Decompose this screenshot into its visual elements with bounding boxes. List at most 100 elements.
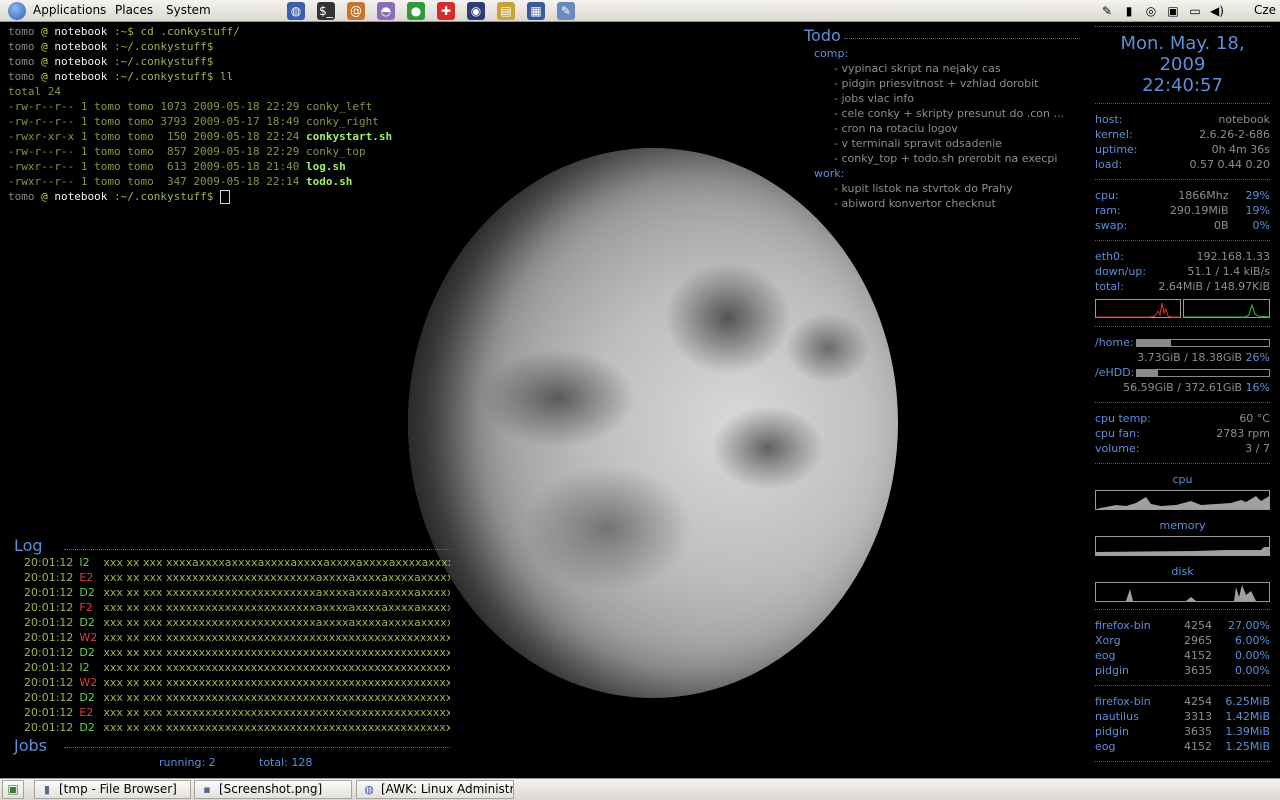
system-menu[interactable]: System — [166, 3, 211, 17]
resource-amount: 0B — [1213, 219, 1232, 232]
log-level: I2 — [79, 661, 90, 674]
prompt-host: notebook — [54, 40, 108, 53]
resource-percent: 29% — [1245, 189, 1270, 202]
show-desktop-button[interactable]: ▣ — [2, 780, 24, 799]
disk-graph-title: disk — [1171, 565, 1194, 578]
gnome-foot-menu-icon[interactable] — [8, 2, 26, 20]
cpu-graph-svg — [1096, 496, 1269, 509]
log-message: xxx xx xxx xxxxxxxxxxxxxxxxxxxxxxxxxxxxx… — [103, 631, 450, 644]
conky-divider — [1095, 179, 1270, 180]
system-info-label: kernel: — [1095, 128, 1133, 141]
todo-widget: Todo comp: - vypinaci skript na nejaky ca… — [804, 26, 1084, 211]
network-info-row: eth0: 192.168.1.33 — [1095, 249, 1270, 264]
sensor-info-value: 60 °C — [1239, 412, 1270, 425]
sensor-info-row: cpu temp: 60 °C — [1095, 411, 1270, 426]
log-message: xxx xx xxx xxxxxxxxxxxxxxxxxxxxxxxxxxxxx… — [103, 676, 450, 689]
network-info-row: down/up: 51.1 / 1.4 kiB/s — [1095, 264, 1270, 279]
conky-divider — [1095, 463, 1270, 464]
system-monitor-icon[interactable]: ▦ — [527, 2, 545, 20]
prompt-command: ll — [219, 70, 234, 83]
file-listing-meta: -rwxr--r-- 1 tomo tomo 613 2009-05-18 21… — [8, 160, 307, 173]
network-info-value: 192.168.1.33 — [1196, 250, 1270, 263]
places-menu[interactable]: Places — [115, 3, 153, 17]
terminal-output[interactable]: tomo @ notebook :~$ cd .conkystuff/tomo … — [8, 24, 608, 204]
log-title: Log — [14, 536, 43, 555]
log-entry: 20:01:12 I2 xxx xx xxx xxxxxxxxxxxxxxxxxxx… — [14, 660, 450, 675]
log-level: D2 — [79, 691, 95, 704]
folder-icon: ▮ — [43, 783, 51, 796]
prompt-user: tomo — [8, 55, 42, 68]
red-tools-icon[interactable]: ✚ — [437, 2, 455, 20]
taskbar-label: [AWK: Linux Administr... — [381, 782, 514, 796]
file-listing-meta: -rwxr--r-- 1 tomo tomo 347 2009-05-18 22… — [8, 175, 307, 188]
sensor-info-value: 2783 rpm — [1216, 427, 1270, 440]
display-icon[interactable]: ▭ — [1186, 2, 1204, 20]
log-entry: 20:01:12 I2 xxx xx xxx xxxxaxxxxaxxxxaxxxx… — [14, 555, 450, 570]
top-cpu-process-value: 27.00% — [1228, 619, 1270, 632]
top-cpu-process-row: eog 4152 0.00% — [1095, 648, 1270, 663]
resource-value: 290.19MiB 19% — [1170, 203, 1270, 218]
log-level: E2 — [79, 571, 94, 584]
network-status-icon[interactable]: ◎ — [1142, 2, 1160, 20]
volume-icon[interactable]: ◀) — [1208, 2, 1226, 20]
applications-menu[interactable]: Applications — [33, 3, 106, 17]
system-info-label: load: — [1095, 158, 1123, 171]
resource-value: 1866Mhz 29% — [1178, 188, 1270, 203]
web-browser-icon[interactable]: ◍ — [287, 2, 305, 20]
keyboard-layout-indicator[interactable]: Cze — [1254, 3, 1276, 17]
jobs-running: running: 2 — [159, 756, 216, 769]
globe-icon[interactable]: ◉ — [467, 2, 485, 20]
top-mem-process-pid: 4254 — [1184, 695, 1212, 708]
system-info-value: 0h 4m 36s — [1211, 143, 1270, 156]
top-cpu-process-row: Xorg 2965 6.00% — [1095, 633, 1270, 648]
log-message: xxx xx xxx xxxxxxxxxxxxxxxxxxxxxxxxxxxxx… — [103, 691, 450, 704]
log-level: F2 — [79, 601, 93, 614]
log-time: 20:01:12 — [24, 586, 74, 599]
moon-wallpaper — [408, 148, 898, 698]
pidgin-icon[interactable]: ◓ — [377, 2, 395, 20]
top-cpu-process-value: 0.00% — [1235, 649, 1270, 662]
top-cpu-process-value: 0.00% — [1235, 664, 1270, 677]
resource-amount: 1866Mhz — [1178, 189, 1232, 202]
memory-graph-svg — [1096, 547, 1269, 555]
snail-icon[interactable]: @ — [347, 2, 365, 20]
log-list: 20:01:12 I2 xxx xx xxx xxxxaxxxxaxxxxaxxxx… — [14, 555, 450, 735]
graph-editor-icon[interactable]: ▤ — [497, 2, 515, 20]
sensor-info-label: cpu fan: — [1095, 427, 1140, 440]
clipboard-icon[interactable]: ▣ — [1164, 2, 1182, 20]
notes-icon[interactable]: ✎ — [1098, 2, 1116, 20]
file-listing-meta: -rwxr-xr-x 1 tomo tomo 150 2009-05-18 22… — [8, 130, 307, 143]
terminal-line: -rwxr--r-- 1 tomo tomo 613 2009-05-18 21… — [8, 159, 608, 174]
taskbar-button[interactable]: ◍ [AWK: Linux Administr... — [356, 780, 514, 799]
log-time: 20:01:12 — [24, 571, 74, 584]
top-cpu-process-name: Xorg — [1095, 634, 1121, 647]
taskbar-label: [Screenshot.png] — [219, 782, 323, 796]
taskbar-button[interactable]: ▮ [tmp - File Browser] — [34, 780, 191, 799]
sensor-info-value: 3 / 7 — [1245, 442, 1270, 455]
log-time: 20:01:12 — [24, 556, 74, 569]
taskbar-button[interactable]: ▪ [Screenshot.png] — [194, 780, 352, 799]
top-mem-process-row: firefox-bin 4254 6.25MiB — [1095, 694, 1270, 709]
disk-usage-row: 3.73GiB / 18.38GiB 26% — [1095, 350, 1270, 365]
battery-icon[interactable]: ▮ — [1120, 2, 1138, 20]
text-editor-icon[interactable]: ✎ — [557, 2, 575, 20]
conky-divider — [1095, 240, 1270, 241]
disk-usage-value: 56.59GiB / 372.61GiB 16% — [1123, 380, 1270, 395]
disk-usage-bar — [1136, 339, 1270, 347]
todo-item: - pidgin priesvitnost + vzhlad dorobit — [834, 77, 1039, 90]
log-message: xxx xx xxx xxxxxxxxxxxxxxxxxxxxxxxxxxxxx… — [103, 661, 450, 674]
todo-item: - conky_top + todo.sh prerobit na execpi — [834, 152, 1058, 165]
green-alien-icon[interactable]: ● — [407, 2, 425, 20]
prompt-path: :~/.conkystuff$ — [107, 190, 220, 203]
terminal-icon[interactable]: $_ — [317, 2, 335, 20]
todo-item: - cele conky + skripty presunut do .con … — [834, 107, 1064, 120]
prompt-user: tomo — [8, 70, 42, 83]
resource-row: cpu: 1866Mhz 29% — [1095, 188, 1270, 203]
network-graph-svg — [1095, 299, 1270, 318]
resource-label: cpu: — [1095, 189, 1119, 202]
top-mem-process-name: nautilus — [1095, 710, 1139, 723]
terminal-line: tomo @ notebook :~/.conkystuff$ ll — [8, 69, 608, 84]
sensor-info-row: cpu fan: 2783 rpm — [1095, 426, 1270, 441]
log-entry: 20:01:12 W2 xxx xx xxx xxxxxxxxxxxxxxxxxxx… — [14, 630, 450, 645]
disk-graph-svg — [1096, 585, 1269, 601]
